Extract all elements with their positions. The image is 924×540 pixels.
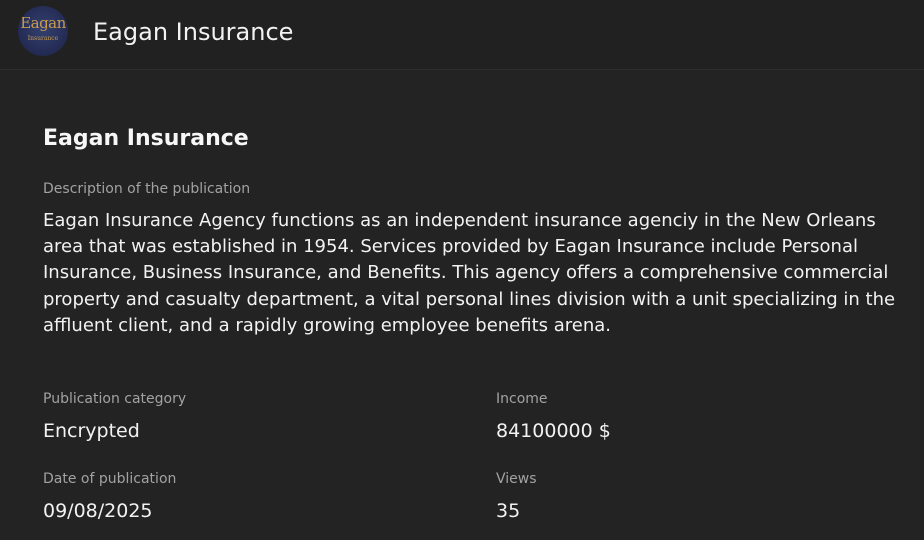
description-text: Eagan Insurance Agency functions as an i… xyxy=(43,210,896,336)
views-label: Views xyxy=(496,471,537,487)
category-value: Encrypted xyxy=(43,420,140,442)
top-header: Eagan Insurance Eagan Insurance xyxy=(0,0,924,70)
income-value: 84100000 $ xyxy=(496,420,611,442)
logo-subtext: Insurance xyxy=(27,35,59,42)
header-title: Eagan Insurance xyxy=(93,18,294,46)
category-label: Publication category xyxy=(43,391,187,407)
company-logo[interactable]: Eagan Insurance xyxy=(18,6,68,56)
logo-wordmark: Eagan xyxy=(20,14,66,32)
date-label: Date of publication xyxy=(43,471,177,487)
income-label: Income xyxy=(496,391,548,407)
publication-title: Eagan Insurance xyxy=(43,126,249,151)
date-value: 09/08/2025 xyxy=(43,500,153,522)
views-value: 35 xyxy=(496,500,521,522)
description-label: Description of the publication xyxy=(43,181,251,197)
